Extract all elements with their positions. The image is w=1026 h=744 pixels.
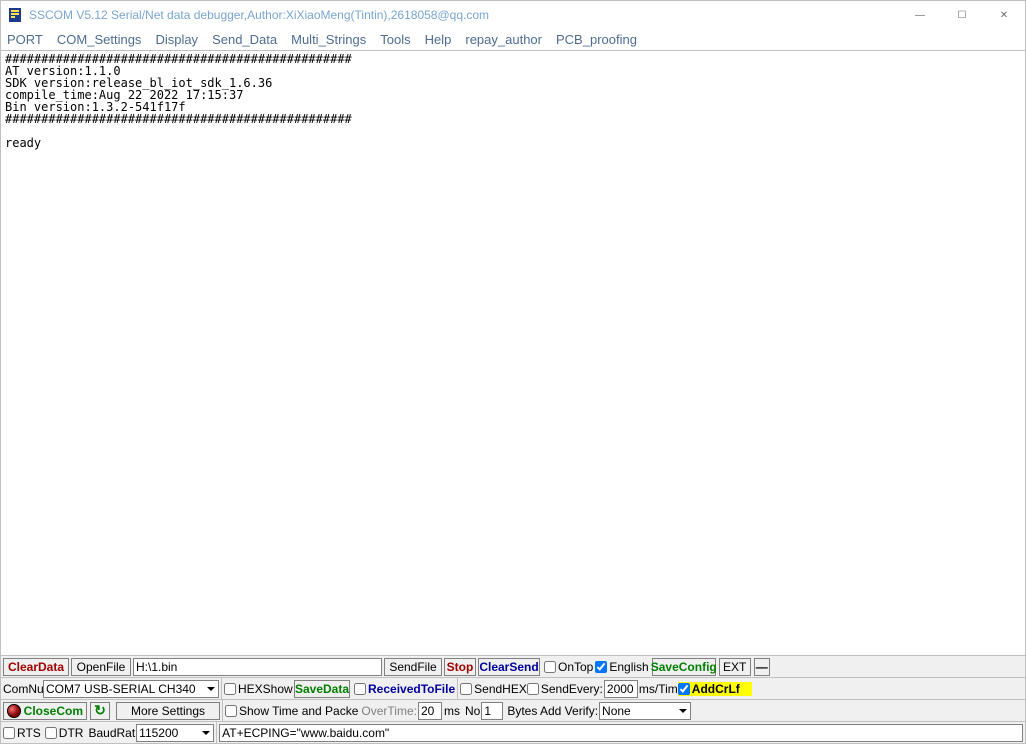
menu-help[interactable]: Help <box>425 32 452 47</box>
verify-select[interactable]: None <box>599 702 691 720</box>
menu-multi-strings[interactable]: Multi_Strings <box>291 32 366 47</box>
bytes-verify-label: Bytes Add Verify: <box>507 704 598 718</box>
refresh-button[interactable]: ↻ <box>90 702 110 720</box>
bottom-panel: ClearData OpenFile SendFile Stop ClearSe… <box>1 655 1025 743</box>
app-icon <box>7 7 23 23</box>
record-icon <box>7 704 21 718</box>
baud-label: BaudRat <box>88 726 135 740</box>
collapse-button[interactable]: — <box>754 658 770 676</box>
minimize-button[interactable]: — <box>899 1 941 29</box>
toolbar-row-2: ComNum COM7 USB-SERIAL CH340 HEXShow Sav… <box>1 677 1025 699</box>
clear-data-button[interactable]: ClearData <box>3 658 69 676</box>
add-crlf-checkbox[interactable]: AddCrLf <box>678 682 752 696</box>
save-data-button[interactable]: SaveData <box>294 680 350 698</box>
menu-display[interactable]: Display <box>155 32 198 47</box>
clear-send-button[interactable]: ClearSend <box>478 658 540 676</box>
menu-com-settings[interactable]: COM_Settings <box>57 32 142 47</box>
menu-send-data[interactable]: Send_Data <box>212 32 277 47</box>
file-path-input[interactable] <box>133 658 382 676</box>
close-com-button[interactable]: CloseCom <box>3 702 87 720</box>
toolbar-row-3: CloseCom ↻ More Settings Show Time and P… <box>1 699 1025 721</box>
menu-repay-author[interactable]: repay_author <box>465 32 542 47</box>
dtr-checkbox[interactable]: DTR <box>45 726 84 740</box>
no-label: No <box>465 704 480 718</box>
com-port-select[interactable]: COM7 USB-SERIAL CH340 <box>43 680 219 698</box>
save-config-button[interactable]: SaveConfig <box>652 658 716 676</box>
terminal-output[interactable]: ########################################… <box>1 51 1025 658</box>
menu-pcb-proofing[interactable]: PCB_proofing <box>556 32 637 47</box>
ext-button[interactable]: EXT <box>719 658 751 676</box>
maximize-button[interactable]: ☐ <box>941 1 983 29</box>
stop-button[interactable]: Stop <box>444 658 476 676</box>
send-every-checkbox[interactable]: SendEvery: <box>527 682 603 696</box>
title-bar: SSCOM V5.12 Serial/Net data debugger,Aut… <box>1 1 1025 29</box>
send-file-button[interactable]: SendFile <box>384 658 442 676</box>
received-to-file-checkbox[interactable]: ReceivedToFile <box>354 682 455 696</box>
close-button[interactable]: ✕ <box>983 1 1025 29</box>
menu-port[interactable]: PORT <box>7 32 43 47</box>
toolbar-row-4: RTS DTR BaudRat 115200 <box>1 721 1025 743</box>
menu-bar: PORT COM_Settings Display Send_Data Mult… <box>1 29 1025 51</box>
comnum-label: ComNum <box>3 682 43 696</box>
menu-tools[interactable]: Tools <box>380 32 410 47</box>
english-checkbox[interactable]: English <box>595 660 648 674</box>
show-time-checkbox[interactable]: Show Time and Packe <box>225 704 358 718</box>
window-title: SSCOM V5.12 Serial/Net data debugger,Aut… <box>29 8 489 22</box>
ms-label: ms <box>444 704 460 718</box>
rts-checkbox[interactable]: RTS <box>3 726 41 740</box>
send-every-input[interactable] <box>604 680 638 698</box>
more-settings-button[interactable]: More Settings <box>116 702 220 720</box>
no-input[interactable] <box>481 702 503 720</box>
open-file-button[interactable]: OpenFile <box>71 658 131 676</box>
window-controls: — ☐ ✕ <box>899 1 1025 29</box>
on-top-checkbox[interactable]: OnTop <box>544 660 593 674</box>
baud-select[interactable]: 115200 <box>136 724 214 742</box>
command-input[interactable] <box>219 724 1023 742</box>
send-hex-checkbox[interactable]: SendHEX <box>460 682 527 696</box>
toolbar-row-1: ClearData OpenFile SendFile Stop ClearSe… <box>1 655 1025 677</box>
ms-tim-label: ms/Tim <box>639 682 678 696</box>
hex-show-checkbox[interactable]: HEXShow <box>224 682 294 696</box>
over-time-input[interactable] <box>418 702 442 720</box>
over-time-label: OverTime: <box>361 704 417 718</box>
